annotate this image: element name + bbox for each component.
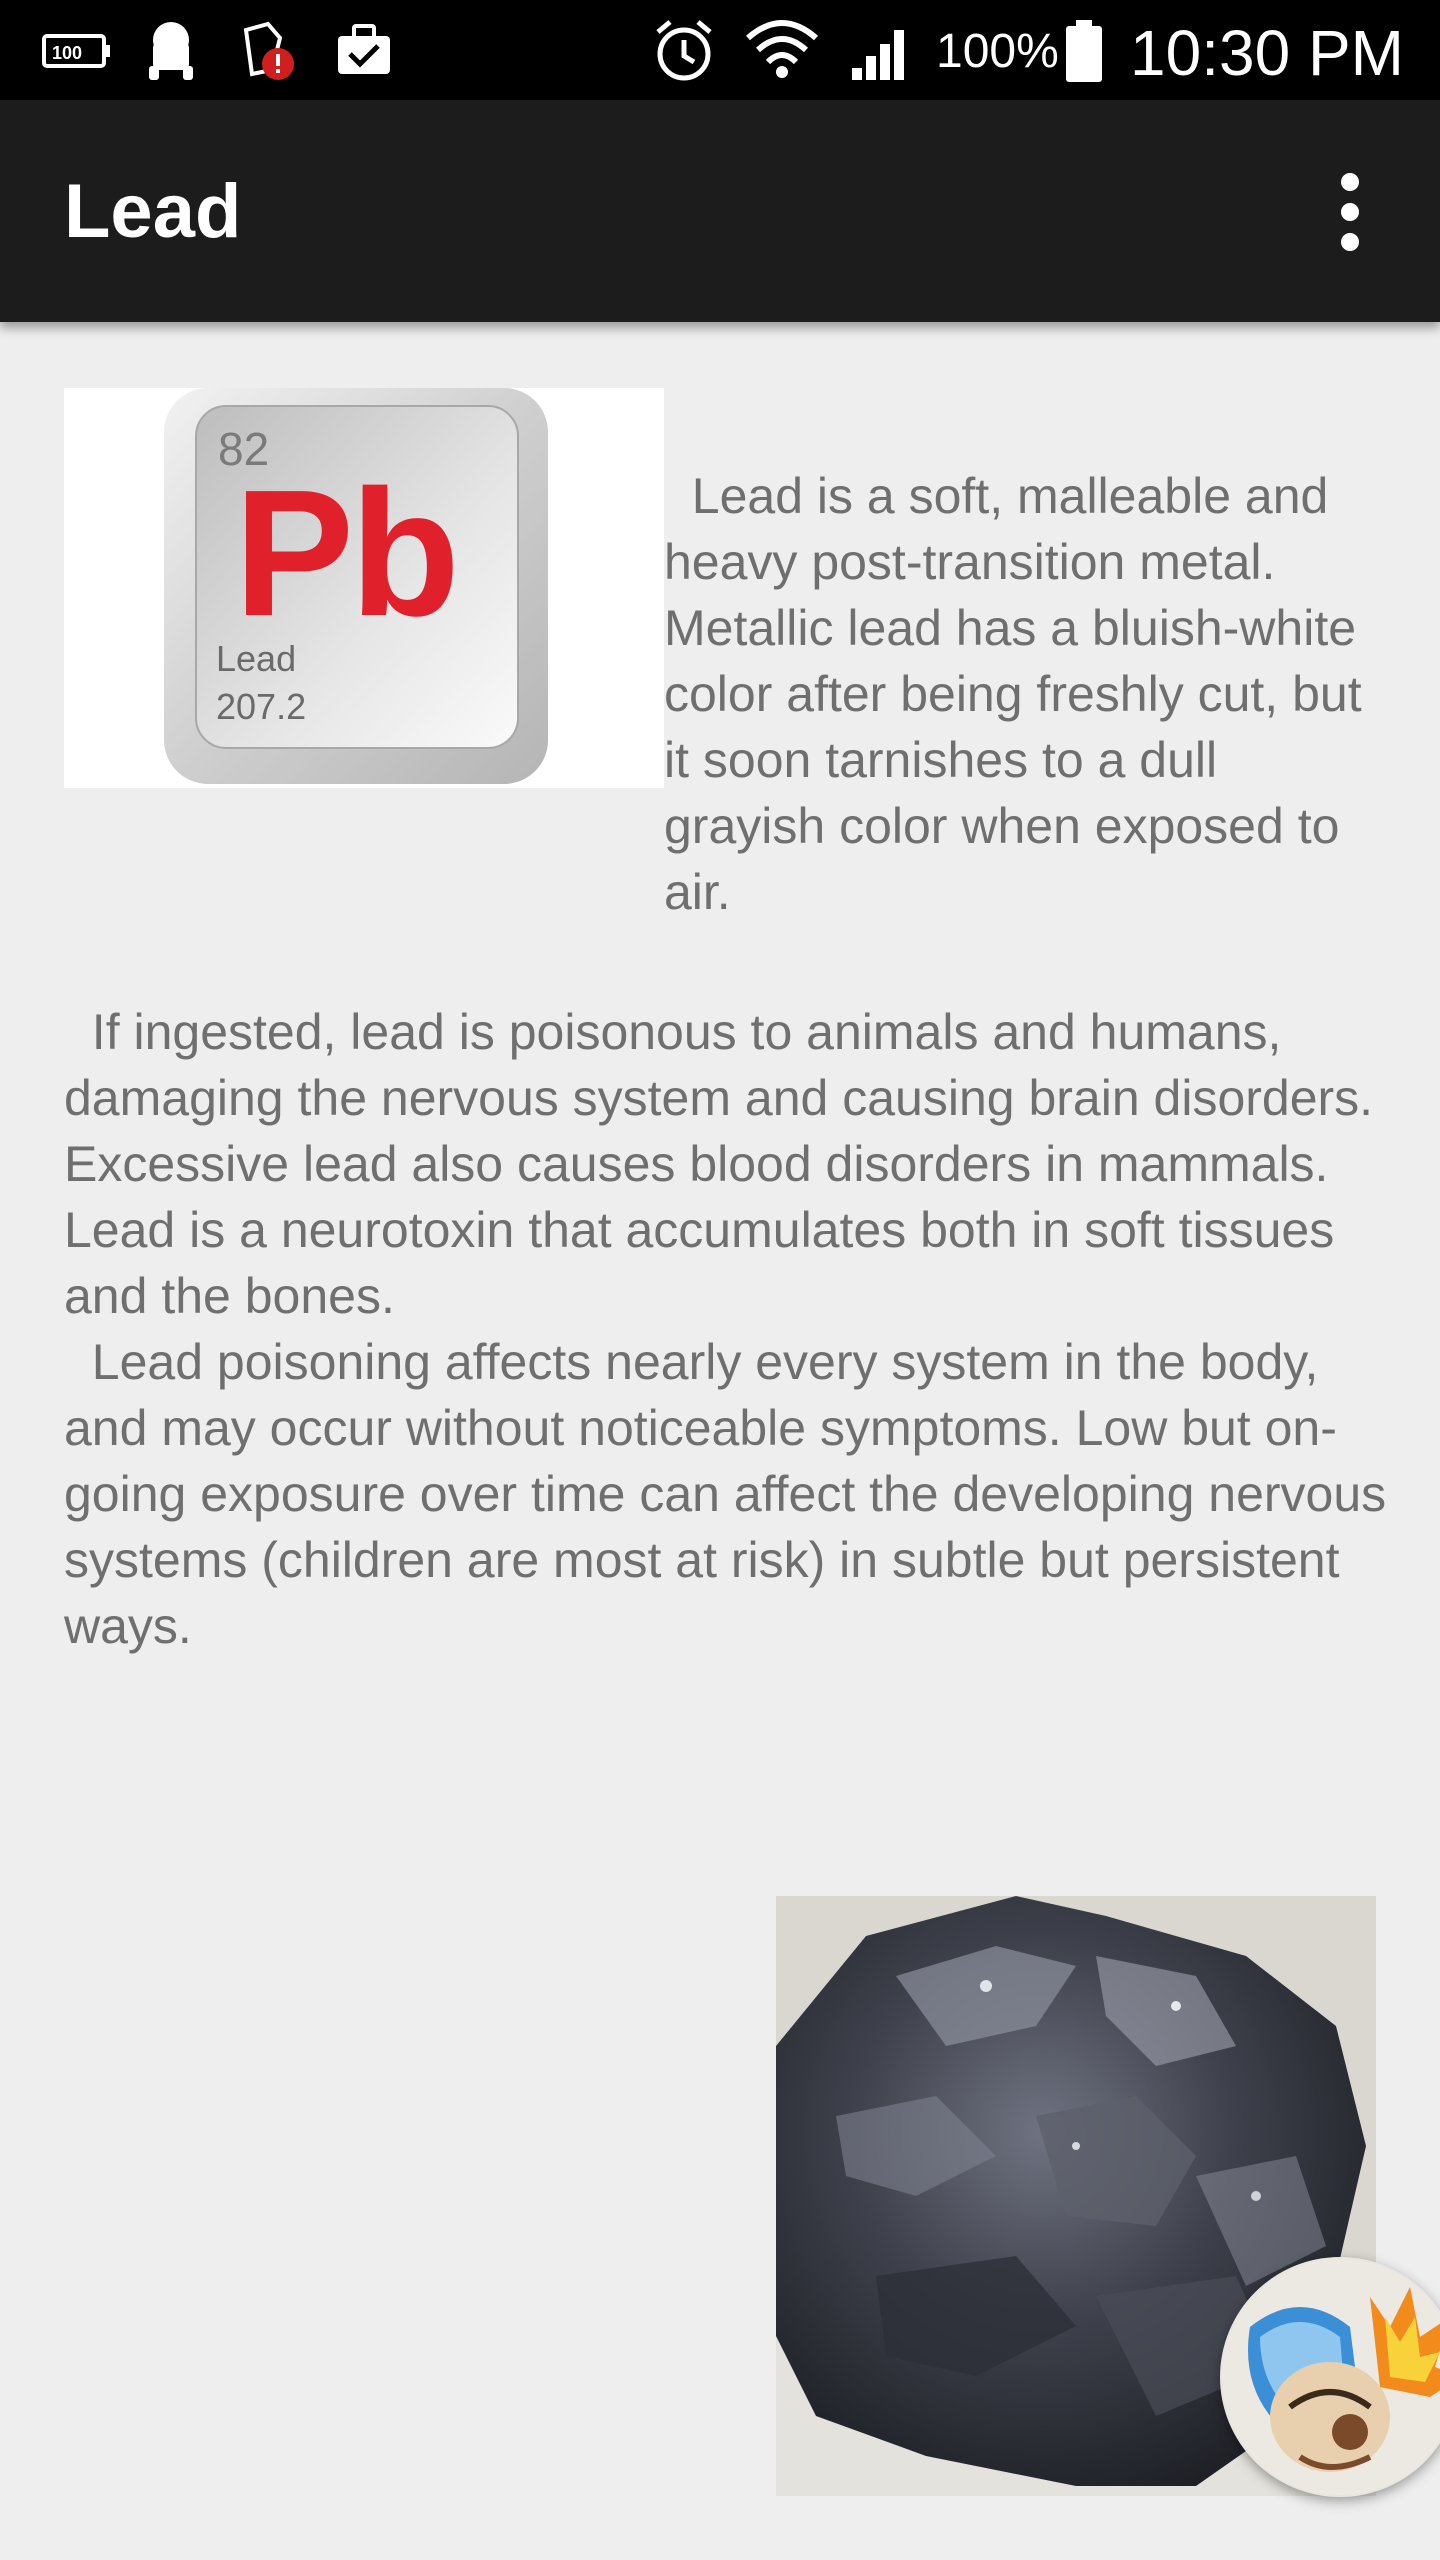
element-tile-image: 82 Pb Lead 207.2 [64,388,664,788]
wifi-icon [744,14,820,89]
app-alert-icon [238,18,298,89]
battery-percent: 100% [936,25,1059,78]
more-options-button[interactable] [1310,166,1390,258]
more-vert-icon [1341,173,1359,191]
more-vert-icon-dot [1341,203,1359,221]
more-vert-icon-dot [1341,233,1359,251]
element-symbol: Pb [234,453,460,654]
android-icon [143,18,199,89]
intro-paragraph: Lead is a soft, malleable and heavy post… [664,468,1376,920]
page-title: Lead [64,169,242,254]
element-name: Lead [216,638,297,679]
body-paragraph: If ingested, lead is poisonous to animal… [64,1004,1387,1654]
clock-time: 10:30 PM [1130,17,1404,89]
signal-icon [848,22,916,87]
article-content: 82 Pb Lead 207.2 Lead is a soft, malleab… [0,322,1440,2560]
svg-text:100: 100 [52,43,82,63]
app-bar: Lead [0,100,1440,322]
battery-icon [1062,18,1106,89]
atomic-mass: 207.2 [216,686,307,727]
battery-100-icon: 100 [40,28,112,77]
status-bar: 100 100% 10:30 PM [0,0,1440,100]
alarm-icon [652,18,716,89]
briefcase-check-icon [334,22,394,83]
